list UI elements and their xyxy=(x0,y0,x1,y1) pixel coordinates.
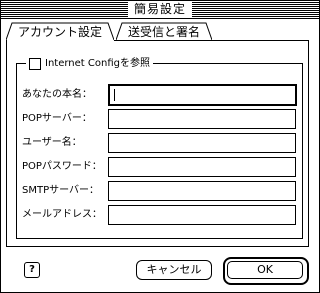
tab-send-receive-signature[interactable]: 送受信と署名 xyxy=(116,22,212,41)
pop-server-input[interactable] xyxy=(108,109,296,129)
tab-label: アカウント設定 xyxy=(17,25,102,39)
username-input[interactable] xyxy=(108,133,296,153)
field-label-smtp-server: SMTPサーバー： xyxy=(22,185,100,196)
window-title: 簡易設定 xyxy=(127,1,193,18)
field-label-username: ユーザー名： xyxy=(22,137,82,148)
email-address-input[interactable] xyxy=(108,205,296,225)
ok-button[interactable]: OK xyxy=(227,261,303,279)
smtp-server-input[interactable] xyxy=(108,181,296,201)
field-label-real-name: あなたの本名： xyxy=(22,89,92,100)
internet-config-checkbox[interactable] xyxy=(29,58,41,70)
internet-config-label: Internet Configを参照 xyxy=(45,58,150,69)
tab-label: 送受信と署名 xyxy=(127,25,200,39)
field-label-pop-server: POPサーバー： xyxy=(22,113,92,124)
help-button[interactable]: ? xyxy=(24,262,40,278)
cancel-button[interactable]: キャンセル xyxy=(136,260,212,280)
real-name-input[interactable] xyxy=(108,84,297,106)
internet-config-option[interactable]: Internet Configを参照 xyxy=(26,57,153,71)
field-label-email-address: メールアドレス： xyxy=(22,209,102,220)
field-label-pop-password: POPパスワード： xyxy=(22,161,102,172)
tab-account-settings[interactable]: アカウント設定 xyxy=(6,22,114,41)
pop-password-input[interactable] xyxy=(108,157,296,177)
title-bar[interactable]: 簡易設定 xyxy=(1,1,319,19)
